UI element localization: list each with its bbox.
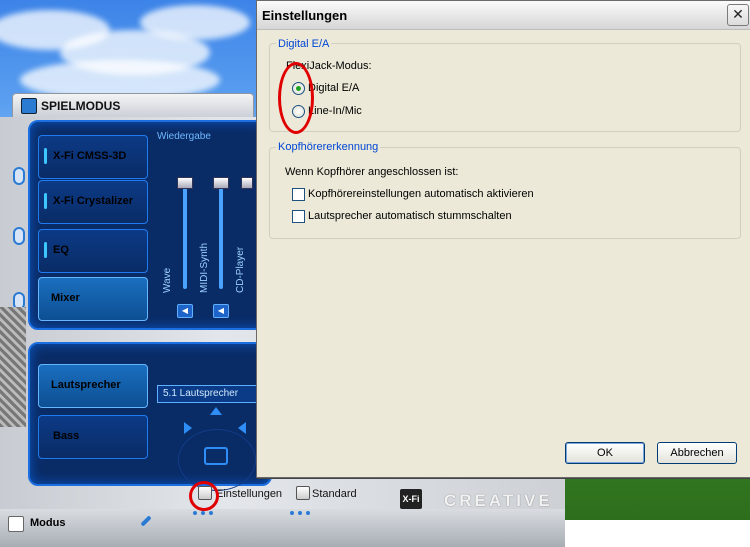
dot [201,511,205,515]
standard-label[interactable]: Standard [312,488,357,500]
speaker-arrow-icon [184,422,192,434]
tab-label: X-Fi Crystalizer [53,195,134,207]
settings-dialog: Einstellungen ✕ Digital E/A FlexiJack-Mo… [256,0,750,478]
speaker-circle [178,429,256,491]
auto-mute-label[interactable]: Lautsprecher automatisch stummschalten [308,210,512,222]
bottom-bar: Modus [0,509,565,547]
tab-label: Lautsprecher [51,379,121,391]
settings-label[interactable]: Einstellungen [216,488,282,500]
tab-bass[interactable]: Bass [38,415,148,459]
radio-dot [296,86,301,91]
headphone-intro: Wenn Kopfhörer angeschlossen ist: [285,166,459,178]
tab-eq[interactable]: EQ [38,229,148,273]
auto-mute-checkbox[interactable] [292,210,305,223]
tab-crystalizer[interactable]: X-Fi Crystalizer [38,180,148,224]
radio-digital-label[interactable]: Digital E/A [308,82,359,94]
indicator-bar [44,242,47,258]
auto-headphone-label[interactable]: Kopfhörereinstellungen automatisch aktiv… [308,188,534,200]
indicator-bar [44,193,47,209]
dot [193,511,197,515]
dialog-title: Einstellungen [262,8,348,23]
app-title: SPIELMODUS [41,99,121,113]
dot [290,511,294,515]
tab-label: EQ [53,244,69,256]
pen-icon [140,515,152,527]
tab-lautsprecher[interactable]: Lautsprecher [38,364,148,408]
channel-label-wave: Wave [162,267,173,293]
flexijack-label: FlexiJack-Modus: [286,60,372,72]
knob-icon [13,167,25,185]
midi-mute-button[interactable]: ◀ [213,304,229,318]
midi-slider-knob[interactable] [213,177,229,189]
wave-slider-knob[interactable] [177,177,193,189]
modus-checkbox-icon [8,516,24,532]
cloud [140,5,250,40]
tab-cmss-3d[interactable]: X-Fi CMSS-3D [38,135,148,179]
midi-slider-track[interactable] [219,179,223,289]
headphone-group-title: Kopfhörererkennung [276,141,381,153]
dot [306,511,310,515]
creative-logo: CREATIVE [444,491,553,510]
close-button[interactable]: ✕ [727,4,749,26]
dialog-titlebar[interactable]: Einstellungen ✕ [257,1,750,30]
channel-label-cd: CD-Player [235,246,246,293]
knob-icon [13,227,25,245]
ok-button[interactable]: OK [565,442,645,464]
dot [298,511,302,515]
dot [209,511,213,515]
playback-title: Wiedergabe [157,131,211,142]
wave-slider-track[interactable] [183,179,187,289]
radio-digital[interactable] [292,82,305,95]
channel-label-midi: MIDI-Synth [199,242,210,293]
cancel-button[interactable]: Abbrechen [657,442,737,464]
modus-label: Modus [30,517,66,529]
tab-label: X-Fi CMSS-3D [53,150,127,162]
radio-line-in[interactable] [292,105,305,118]
xfi-logo: X-Fi [400,489,422,509]
tab-label: Mixer [51,292,80,304]
app-titlebar[interactable]: SPIELMODUS [12,93,254,119]
speaker-arrow-icon [210,407,222,415]
auto-headphone-checkbox[interactable] [292,188,305,201]
speaker-grille [0,307,26,427]
wave-mute-button[interactable]: ◀ [177,304,193,318]
tab-label: Bass [53,430,80,442]
settings-checkbox[interactable] [198,486,212,500]
app-logo-icon [21,98,37,114]
radio-line-in-label[interactable]: Line-In/Mic [308,105,362,117]
speaker-arrow-icon [238,422,246,434]
digital-group-title: Digital E/A [276,38,332,50]
cd-slider-knob[interactable] [241,177,253,189]
tab-mixer[interactable]: Mixer [38,277,148,321]
speaker-mode-select[interactable]: 5.1 Lautsprecher [157,385,260,403]
standard-checkbox[interactable] [296,486,310,500]
indicator-bar [44,148,47,164]
